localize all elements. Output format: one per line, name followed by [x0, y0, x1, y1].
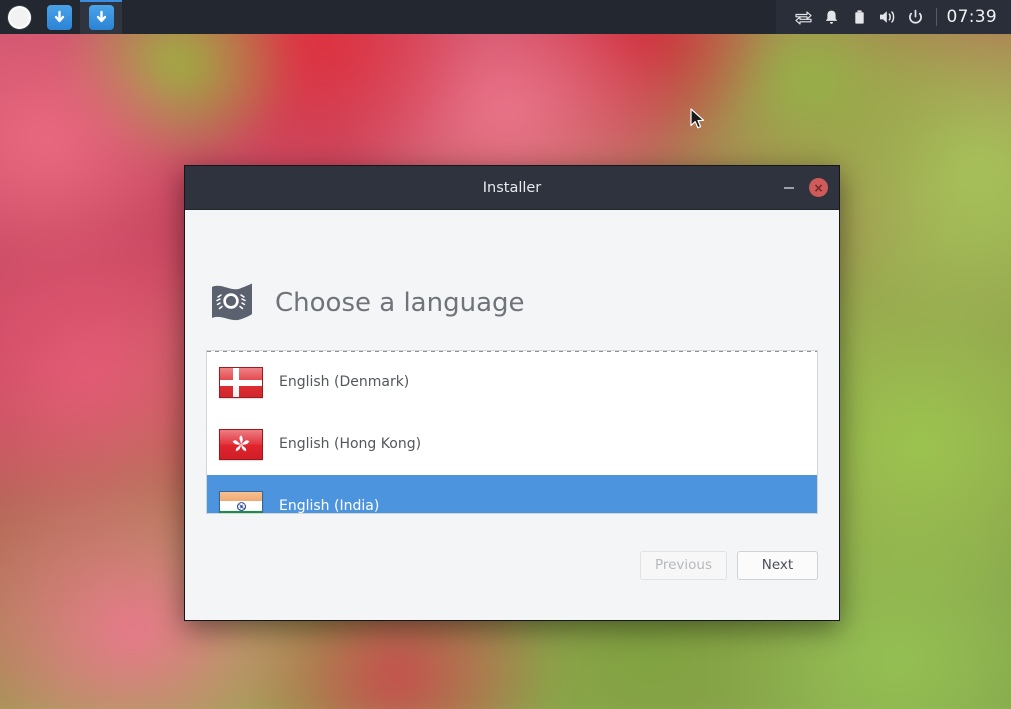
page-header: Choose a language: [206, 210, 818, 350]
panel-left-group: [0, 0, 122, 34]
close-button[interactable]: ×: [809, 178, 828, 197]
window-controls: ×: [779, 178, 839, 197]
circle-launcher-icon: [7, 5, 31, 29]
desktop-screen: 07:39 Installer × Choose a language Engl…: [0, 0, 1011, 709]
whisker-menu-button[interactable]: [0, 0, 38, 34]
taskbar-item-installer-1[interactable]: [38, 0, 80, 34]
list-item-denmark[interactable]: English (Denmark): [207, 351, 817, 413]
window-title: Installer: [482, 179, 542, 196]
list-item-hong-kong[interactable]: English (Hong Kong): [207, 413, 817, 475]
previous-button[interactable]: Previous: [639, 550, 727, 580]
download-arrow-icon: [46, 4, 72, 30]
bell-icon[interactable]: [818, 0, 846, 34]
minimize-button[interactable]: [779, 178, 798, 197]
denmark-flag-icon: [219, 366, 263, 398]
language-list[interactable]: English (Denmark) English (Hong Kong) En…: [206, 350, 818, 514]
hong-kong-flag-icon: [219, 428, 263, 460]
list-item-india[interactable]: English (India): [207, 475, 817, 514]
power-icon[interactable]: [902, 0, 930, 34]
top-panel: 07:39: [0, 0, 1011, 34]
network-arrows-icon[interactable]: [790, 0, 818, 34]
battery-icon[interactable]: [846, 0, 874, 34]
flag-emblem-icon: [207, 281, 257, 325]
india-flag-icon: [219, 490, 263, 513]
download-arrow-icon: [88, 4, 114, 30]
window-titlebar[interactable]: Installer ×: [185, 166, 839, 210]
installer-window: Installer × Choose a language English (D…: [184, 165, 840, 621]
page-title: Choose a language: [275, 288, 525, 318]
next-button[interactable]: Next: [737, 550, 818, 580]
list-item-label: English (Denmark): [279, 374, 410, 390]
list-item-label: English (Hong Kong): [279, 436, 422, 452]
panel-clock[interactable]: 07:39: [947, 7, 1002, 27]
list-item-label: English (India): [279, 498, 380, 514]
tray-separator: [935, 8, 937, 26]
volume-icon[interactable]: [874, 0, 902, 34]
ashoka-chakra-icon: [236, 501, 246, 511]
minimize-icon: [783, 186, 794, 189]
dialog-body: Choose a language English (Denmark) Engl…: [185, 210, 839, 620]
system-tray: 07:39: [775, 0, 1011, 34]
taskbar-item-installer-2[interactable]: [80, 0, 122, 34]
dialog-footer: Previous Next: [206, 514, 818, 620]
